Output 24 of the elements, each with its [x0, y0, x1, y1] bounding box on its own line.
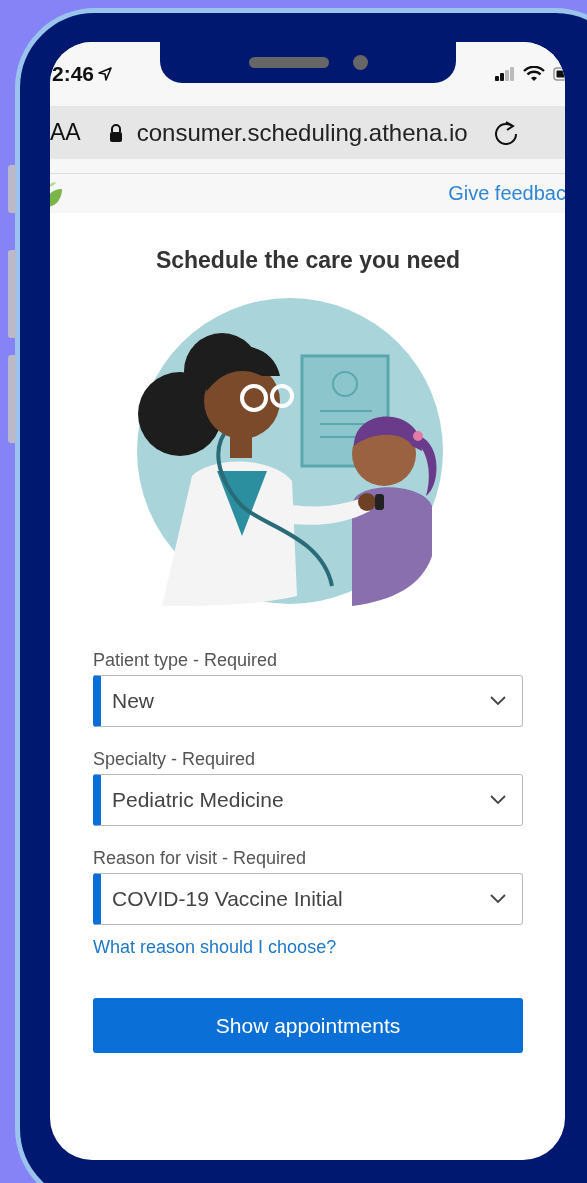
show-appointments-button[interactable]: Show appointments [93, 998, 523, 1053]
reload-icon[interactable] [493, 119, 518, 146]
dropdown-field[interactable]: Pediatric Medicine [93, 774, 523, 826]
text-size-button[interactable]: AA [50, 119, 81, 146]
field-label: Specialty - Required [93, 749, 257, 770]
dropdown-field[interactable]: New [93, 675, 523, 727]
address-bar[interactable]: AA consumer.scheduling.athena.io [50, 106, 565, 159]
help-link[interactable]: What reason should I choose? [93, 937, 523, 958]
location-arrow-icon [98, 67, 113, 81]
lock-icon [108, 123, 123, 142]
field-label: Patient type - Required [93, 650, 279, 671]
dropdown-field[interactable]: COVID-19 Vaccine Initial [93, 873, 523, 925]
signal-icon [495, 67, 515, 81]
camera-dot [352, 55, 368, 70]
chevron-down-icon [490, 894, 506, 904]
status-time: 2:46 [52, 62, 95, 86]
field-label: Reason for visit - Required [93, 848, 308, 869]
leaf-logo-icon [50, 180, 62, 207]
chevron-down-icon [490, 795, 506, 805]
url-text: consumer.scheduling.athena.io [136, 118, 468, 147]
wifi-icon [523, 66, 545, 82]
chevron-down-icon [490, 696, 506, 706]
page-title: Schedule the care you need [154, 247, 462, 274]
give-feedback-link[interactable]: Give feedbac [448, 182, 565, 205]
